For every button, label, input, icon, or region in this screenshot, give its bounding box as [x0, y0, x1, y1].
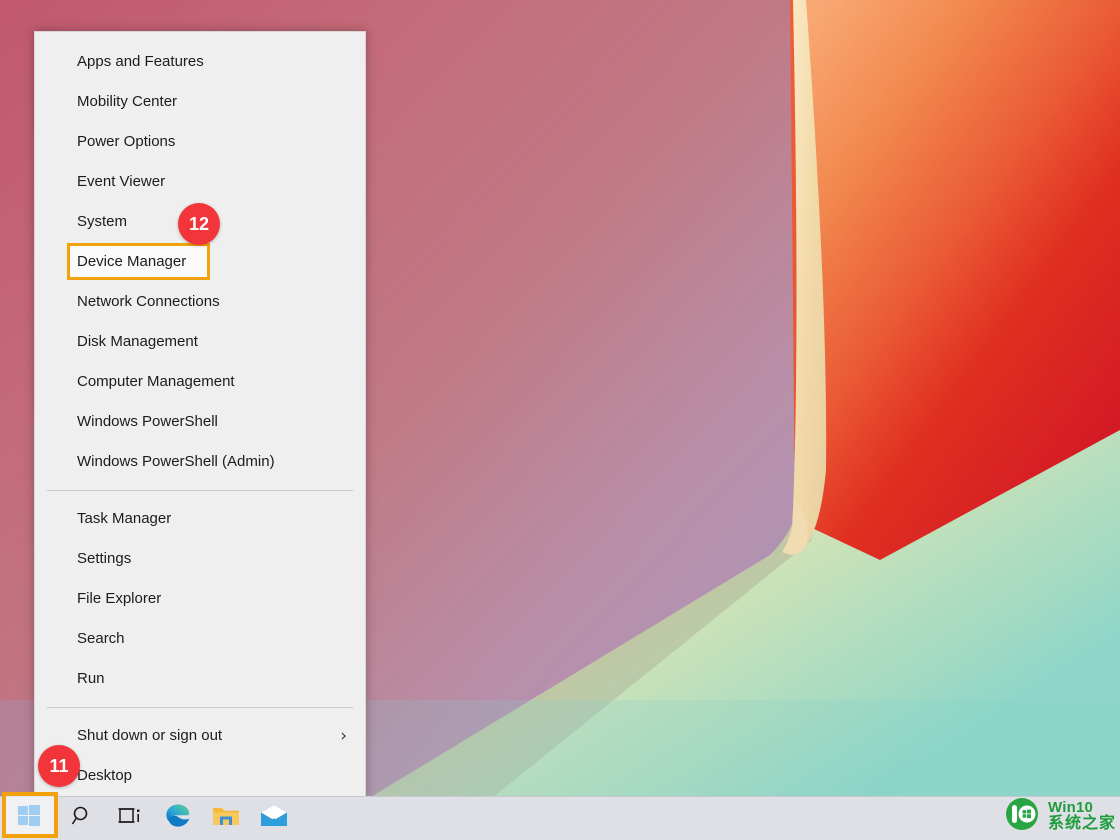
chevron-right-icon: ›: [340, 716, 347, 756]
step-badge-12: 12: [178, 203, 220, 245]
task-view-icon: [118, 805, 142, 832]
menu-item-label: Network Connections: [77, 282, 220, 322]
winx-quick-link-menu[interactable]: Apps and Features Mobility Center Power …: [34, 31, 366, 798]
file-explorer-icon: [212, 804, 240, 833]
taskbar-file-explorer-button[interactable]: [202, 797, 250, 840]
menu-item-disk-management[interactable]: Disk Management: [35, 322, 365, 362]
menu-item-label: Task Manager: [77, 499, 171, 539]
menu-item-settings[interactable]: Settings: [35, 539, 365, 579]
menu-item-shut-down-or-sign-out[interactable]: Shut down or sign out ›: [35, 716, 365, 756]
menu-item-label: Search: [77, 619, 125, 659]
menu-item-label: Apps and Features: [77, 42, 204, 82]
menu-divider-1: [47, 490, 353, 491]
menu-item-mobility-center[interactable]: Mobility Center: [35, 82, 365, 122]
menu-item-label: Run: [77, 659, 105, 699]
menu-item-label: Desktop: [77, 756, 132, 796]
menu-item-apps-and-features[interactable]: Apps and Features: [35, 42, 365, 82]
taskbar[interactable]: Win10 系统之家: [0, 796, 1120, 840]
menu-item-label: Windows PowerShell: [77, 402, 218, 442]
menu-item-label: Device Manager: [77, 245, 186, 278]
menu-item-desktop[interactable]: Desktop: [35, 756, 365, 796]
start-button[interactable]: [0, 797, 58, 840]
menu-item-label: Power Options: [77, 122, 175, 162]
menu-item-device-manager[interactable]: Device Manager: [69, 245, 208, 278]
menu-item-search[interactable]: Search: [35, 619, 365, 659]
menu-item-label: Settings: [77, 539, 131, 579]
watermark-text: Win10 系统之家: [1048, 800, 1116, 833]
menu-item-run[interactable]: Run: [35, 659, 365, 699]
menu-item-network-connections[interactable]: Network Connections: [35, 282, 365, 322]
menu-divider-2: [47, 707, 353, 708]
menu-item-label: Event Viewer: [77, 162, 165, 202]
menu-item-label: Computer Management: [77, 362, 235, 402]
taskbar-mail-button[interactable]: [250, 797, 298, 840]
taskbar-task-view-button[interactable]: [106, 797, 154, 840]
site-watermark: Win10 系统之家: [1002, 792, 1116, 840]
menu-item-label: Disk Management: [77, 322, 198, 362]
menu-item-file-explorer[interactable]: File Explorer: [35, 579, 365, 619]
watermark-line-2: 系统之家: [1048, 815, 1116, 832]
menu-item-windows-powershell[interactable]: Windows PowerShell: [35, 402, 365, 442]
menu-item-event-viewer[interactable]: Event Viewer: [35, 162, 365, 202]
menu-item-task-manager[interactable]: Task Manager: [35, 499, 365, 539]
menu-item-label: System: [77, 202, 127, 242]
menu-item-windows-powershell-admin[interactable]: Windows PowerShell (Admin): [35, 442, 365, 482]
menu-item-label: File Explorer: [77, 579, 161, 619]
search-icon: [71, 805, 93, 832]
step-badge-11: 11: [38, 745, 80, 787]
win10-circle-logo-icon: [1002, 794, 1042, 839]
menu-item-power-options[interactable]: Power Options: [35, 122, 365, 162]
taskbar-search-button[interactable]: [58, 797, 106, 840]
edge-browser-icon: [165, 803, 191, 834]
menu-item-label: Shut down or sign out: [77, 716, 222, 756]
taskbar-edge-button[interactable]: [154, 797, 202, 840]
menu-item-label: Mobility Center: [77, 82, 177, 122]
menu-item-label: Windows PowerShell (Admin): [77, 442, 275, 482]
mail-icon: [260, 805, 288, 832]
windows-start-icon: [18, 805, 40, 832]
menu-item-computer-management[interactable]: Computer Management: [35, 362, 365, 402]
